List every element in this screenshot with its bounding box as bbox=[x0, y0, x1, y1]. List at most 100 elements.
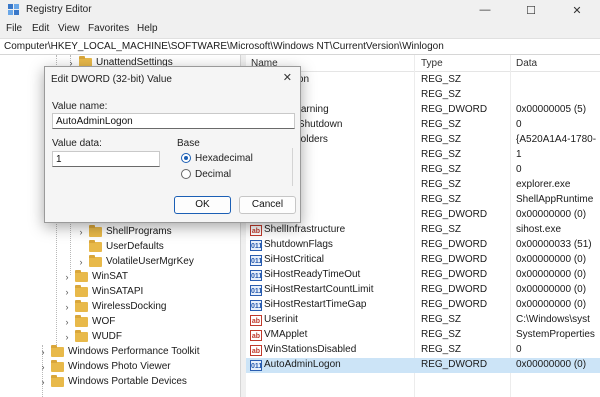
address-bar[interactable]: Computer\HKEY_LOCAL_MACHINE\SOFTWARE\Mic… bbox=[0, 38, 600, 55]
list-row[interactable]: ab ShellInfrastructure REG_SZ sihost.exe bbox=[246, 223, 600, 238]
close-button[interactable]: ✕ bbox=[554, 0, 600, 20]
folder-icon bbox=[75, 299, 88, 312]
value-data-field[interactable] bbox=[52, 151, 160, 167]
value-type-cell: REG_SZ bbox=[421, 329, 462, 340]
decimal-radio[interactable] bbox=[181, 169, 191, 179]
chevron-right-icon[interactable]: › bbox=[38, 362, 48, 372]
chevron-right-icon[interactable]: › bbox=[62, 302, 72, 312]
value-data-cell: 0x00000000 (0) bbox=[516, 359, 587, 370]
hexadecimal-radio[interactable] bbox=[181, 153, 191, 163]
tree-item-label: WirelessDocking bbox=[92, 301, 167, 312]
value-name-cell: ShutdownFlags bbox=[264, 239, 333, 250]
chevron-right-icon[interactable]: › bbox=[76, 227, 86, 237]
chevron-right-icon[interactable]: › bbox=[38, 377, 48, 387]
value-type-cell: REG_SZ bbox=[421, 89, 462, 100]
value-name-cell: SiHostRestartTimeGap bbox=[264, 299, 367, 310]
tree-item-volatileusermgrkey[interactable]: › VolatileUserMgrKey bbox=[76, 254, 194, 269]
tree-item-winsatapi[interactable]: › WinSATAPI bbox=[62, 284, 143, 299]
ok-button[interactable]: OK bbox=[174, 196, 231, 214]
chevron-right-icon[interactable]: › bbox=[38, 347, 48, 357]
value-data-cell: SystemProperties bbox=[516, 329, 595, 340]
value-type-cell: REG_SZ bbox=[421, 149, 462, 160]
value-type-cell: REG_DWORD bbox=[421, 359, 488, 370]
list-row[interactable]: 011 ShutdownFlags REG_DWORD 0x00000033 (51) bbox=[246, 238, 600, 253]
menu-edit[interactable]: Edit bbox=[32, 23, 49, 34]
value-data-cell: 0x00000000 (0) bbox=[516, 269, 587, 280]
list-row[interactable]: 011 AutoAdminLogon REG_DWORD 0x00000000 (0) bbox=[246, 358, 600, 373]
reg-dword-icon: 011 bbox=[250, 270, 262, 281]
value-name-field[interactable] bbox=[52, 113, 295, 129]
reg-dword-icon: 011 bbox=[250, 360, 262, 371]
maximize-button[interactable]: ☐ bbox=[508, 0, 554, 20]
chevron-right-icon[interactable]: › bbox=[62, 272, 72, 282]
value-data-cell: {A520A1A4-1780- bbox=[516, 134, 597, 145]
chevron-right-icon[interactable]: › bbox=[62, 317, 72, 327]
menu-help[interactable]: Help bbox=[137, 23, 158, 34]
decimal-label[interactable]: Decimal bbox=[195, 169, 231, 180]
minimize-button[interactable]: — bbox=[462, 0, 508, 20]
value-data-cell: 0 bbox=[516, 119, 522, 130]
value-data-cell: 0x00000033 (51) bbox=[516, 239, 592, 250]
tree-item-label: WinSATAPI bbox=[92, 286, 144, 297]
list-row[interactable]: ab VMApplet REG_SZ SystemProperties bbox=[246, 328, 600, 343]
dialog-close-button[interactable]: ✕ bbox=[283, 71, 292, 84]
menu-view[interactable]: View bbox=[58, 23, 80, 34]
tree-item-userdefaults[interactable]: UserDefaults bbox=[76, 239, 164, 254]
menu-favorites[interactable]: Favorites bbox=[88, 23, 129, 34]
tree-item-wudf[interactable]: › WUDF bbox=[62, 329, 122, 344]
list-row[interactable]: 011 SiHostRestartCountLimit REG_DWORD 0x000… bbox=[246, 283, 600, 298]
list-row[interactable]: 011 SiHostRestartTimeGap REG_DWORD 0x000000… bbox=[246, 298, 600, 313]
tree-item-wirelessdocking[interactable]: › WirelessDocking bbox=[62, 299, 166, 314]
tree-item-shellprograms[interactable]: › ShellPrograms bbox=[76, 224, 172, 239]
folder-icon bbox=[51, 344, 64, 357]
tree-item-label: Windows Performance Toolkit bbox=[68, 346, 200, 357]
registry-editor-icon bbox=[8, 4, 19, 15]
value-data-cell: 0 bbox=[516, 344, 522, 355]
tree-item-windows-performance-toolkit[interactable]: › Windows Performance Toolkit bbox=[38, 344, 200, 359]
tree-item-label: VolatileUserMgrKey bbox=[106, 256, 194, 267]
tree-item-winsat[interactable]: › WinSAT bbox=[62, 269, 128, 284]
menu-bar: File Edit View Favorites Help bbox=[0, 20, 600, 38]
list-row[interactable]: 011 SiHostReadyTimeOut REG_DWORD 0x00000000… bbox=[246, 268, 600, 283]
value-name-cell: SiHostReadyTimeOut bbox=[264, 269, 361, 280]
value-name-cell: SiHostCritical bbox=[264, 254, 325, 265]
value-data-label: Value data: bbox=[52, 138, 102, 149]
value-type-cell: REG_DWORD bbox=[421, 284, 488, 295]
folder-icon bbox=[89, 239, 102, 252]
chevron-right-icon[interactable]: › bbox=[62, 332, 72, 342]
reg-string-icon: ab bbox=[250, 345, 262, 356]
tree-item-label: UserDefaults bbox=[106, 241, 164, 252]
column-header-type[interactable]: Type bbox=[421, 58, 443, 69]
value-type-cell: REG_SZ bbox=[421, 194, 462, 205]
cancel-button[interactable]: Cancel bbox=[239, 196, 296, 214]
value-name-cell: ShellInfrastructure bbox=[264, 224, 346, 235]
folder-icon bbox=[51, 359, 64, 372]
value-data-cell: 0x00000000 (0) bbox=[516, 299, 587, 310]
value-name-cell: Userinit bbox=[264, 314, 298, 325]
value-name-cell: AutoAdminLogon bbox=[264, 359, 341, 370]
tree-item-label: Windows Portable Devices bbox=[68, 376, 187, 387]
value-type-cell: REG_SZ bbox=[421, 224, 462, 235]
tree-item-windows-photo-viewer[interactable]: › Windows Photo Viewer bbox=[38, 359, 171, 374]
list-row[interactable]: 011 SiHostCritical REG_DWORD 0x00000000 (0) bbox=[246, 253, 600, 268]
tree-item-label: WinSAT bbox=[92, 271, 128, 282]
list-row[interactable]: ab Userinit REG_SZ C:\Windows\syst bbox=[246, 313, 600, 328]
reg-string-icon: ab bbox=[250, 330, 262, 341]
menu-file[interactable]: File bbox=[6, 23, 22, 34]
reg-string-icon: ab bbox=[250, 315, 262, 326]
value-name-cell: SiHostRestartCountLimit bbox=[264, 284, 374, 295]
tree-item-label: WOF bbox=[92, 316, 116, 327]
value-type-cell: REG_DWORD bbox=[421, 299, 488, 310]
chevron-right-icon[interactable]: › bbox=[62, 287, 72, 297]
folder-icon bbox=[51, 374, 64, 387]
chevron-right-icon[interactable]: › bbox=[76, 257, 86, 267]
folder-icon bbox=[75, 269, 88, 282]
tree-item-windows-portable-devices[interactable]: › Windows Portable Devices bbox=[38, 374, 187, 389]
value-data-cell: sihost.exe bbox=[516, 224, 562, 235]
column-header-data[interactable]: Data bbox=[516, 58, 537, 69]
value-type-cell: REG_DWORD bbox=[421, 269, 488, 280]
tree-item-label: Windows Photo Viewer bbox=[68, 361, 171, 372]
list-row[interactable]: ab WinStationsDisabled REG_SZ 0 bbox=[246, 343, 600, 358]
hexadecimal-label[interactable]: Hexadecimal bbox=[195, 153, 253, 164]
tree-item-wof[interactable]: › WOF bbox=[62, 314, 115, 329]
